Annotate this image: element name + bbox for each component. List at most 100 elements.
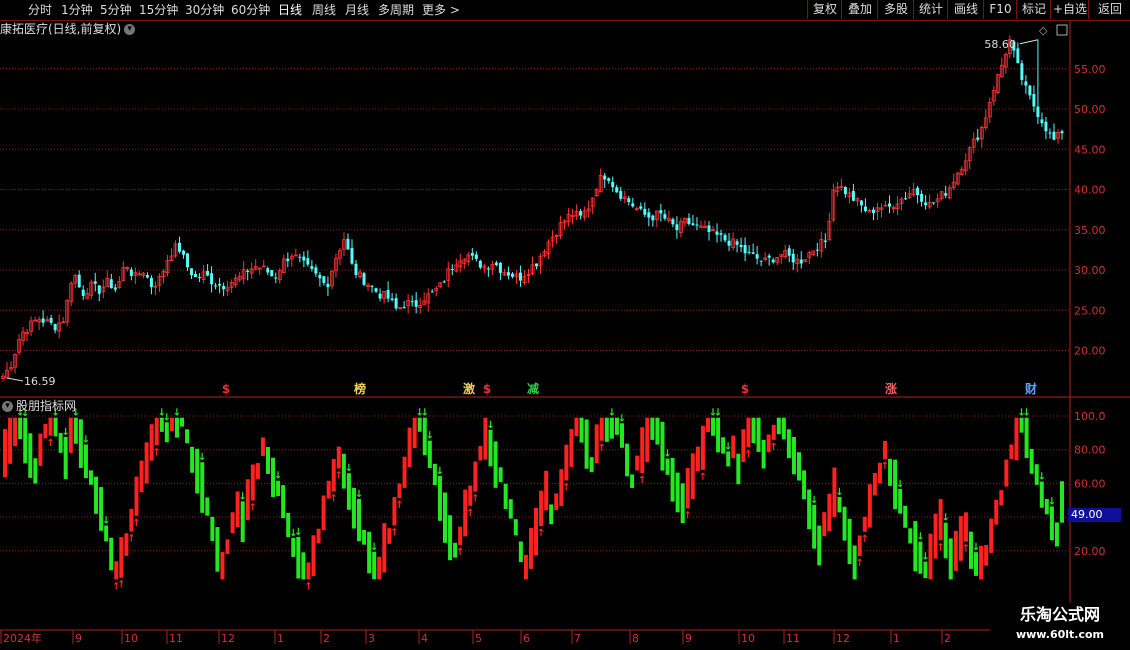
candle-body [1044,121,1048,132]
candle-body [261,265,266,268]
period-tab-4[interactable]: 30分钟 [185,0,224,20]
high-leader-line [1019,39,1039,45]
event-marker[interactable]: $ [222,382,230,396]
indicator-bar [640,427,645,474]
indicator-bar [114,561,119,580]
indicator-bar [362,529,367,545]
buy-arrow-icon: ↑ [699,472,707,483]
candle-body [707,225,711,232]
watermark-line2: www.60lt.com [1015,628,1105,641]
candle-body [916,187,920,196]
indicator-bar [382,523,387,573]
indicator-bar [139,460,144,493]
indicator-bar [18,417,23,440]
indicator-bar [94,476,99,514]
candle-body [470,252,474,256]
toolbar-button-7[interactable]: +自选 [1050,0,1089,19]
event-marker[interactable]: 涨 [885,381,897,396]
toolbar-button-0[interactable]: 复权 [807,0,842,19]
toolbar-button-6[interactable]: 标记 [1016,0,1051,19]
indicator-bar [23,417,28,464]
buy-arrow-icon: ↑ [638,475,646,486]
time-axis-label: 12 [221,632,235,645]
buy-arrow-icon: ↑ [598,443,606,454]
sell-arrow-icon: ↓ [810,495,818,506]
candle-body [695,224,699,226]
toolbar-button-3[interactable]: 统计 [913,0,948,19]
period-tab-6[interactable]: 日线 [278,0,302,20]
time-axis-label: 9 [75,632,82,645]
event-marker[interactable]: $ [483,382,491,396]
candle-body [210,273,214,285]
toolbar-button-5[interactable]: F10 [983,0,1017,19]
indicator-bar [190,446,195,473]
candle-body [186,253,190,268]
candle-body [81,289,85,296]
indicator-bar [655,417,660,445]
indicator-bar [185,429,190,444]
indicator-bar [205,497,210,516]
candle-body [53,324,57,331]
event-marker[interactable]: 榜 [354,381,366,396]
candle-body [791,253,795,263]
candle-body [270,270,274,277]
indicator-bar [716,417,721,453]
buy-arrow-icon: ↑ [537,528,545,539]
sell-arrow-icon: ↓ [355,489,363,500]
indicator-bar [589,457,594,473]
event-marker[interactable]: $ [741,382,749,396]
indicator-bar [473,461,478,492]
candle-body [386,289,390,299]
sell-arrow-icon: ↓ [921,552,929,563]
candle-body [1048,132,1052,134]
candle-body [354,263,358,275]
chevron-down-icon[interactable]: ▾ [2,401,13,412]
indicator-title-bar: ▾ 股朋指标网 [2,398,76,414]
candle-body [611,181,615,188]
indicator-bar [888,458,893,486]
candle-body [93,281,97,284]
period-tab-9[interactable]: 多周期 [378,0,414,20]
period-tab-2[interactable]: 5分钟 [100,0,132,20]
candle-body [310,266,314,269]
event-marker[interactable]: 财 [1024,381,1037,396]
time-axis-label: 4 [421,632,428,645]
period-tab-5[interactable]: 60分钟 [231,0,270,20]
sell-arrow-icon: ↓ [618,413,626,424]
indicator-bar [630,474,635,488]
candle-body [1036,106,1040,118]
toolbar-button-2[interactable]: 多股 [877,0,914,19]
period-tab-0[interactable]: 分时 [28,0,52,20]
event-marker[interactable]: 减 [527,381,539,396]
indicator-bar [13,417,18,447]
candle-body [871,209,875,214]
candle-body [843,186,847,195]
candle-body [603,175,607,180]
period-tab-8[interactable]: 月线 [345,0,369,20]
period-tab-1[interactable]: 1分钟 [61,0,93,20]
indicator-bar [579,417,584,443]
candle-body [663,214,667,219]
sell-arrow-icon: ↓ [82,434,90,445]
candle-body [370,285,374,287]
toolbar-button-4[interactable]: 画线 [947,0,984,19]
window-toggle-icon[interactable] [1056,24,1068,36]
toolbar-button-1[interactable]: 叠加 [841,0,878,19]
buy-arrow-icon: ↑ [471,494,479,505]
candle-body [145,275,149,278]
indicator-bar [38,433,43,466]
event-marker[interactable]: 激 [463,381,475,396]
time-axis-label: 6 [523,632,530,645]
time-axis-label: 8 [632,632,639,645]
period-tab-3[interactable]: 15分钟 [139,0,178,20]
indicator-bar [281,485,286,519]
indicator-bar [321,495,326,531]
candle-body [639,206,643,209]
candle-body [727,240,731,246]
sell-arrow-icon: ↓ [421,408,429,419]
candle-body [97,285,101,294]
toolbar-button-8[interactable]: 返回 [1088,0,1130,19]
candle-body [214,285,218,287]
period-tab-7[interactable]: 周线 [312,0,336,20]
period-tab-10[interactable]: 更多 > [422,0,460,20]
